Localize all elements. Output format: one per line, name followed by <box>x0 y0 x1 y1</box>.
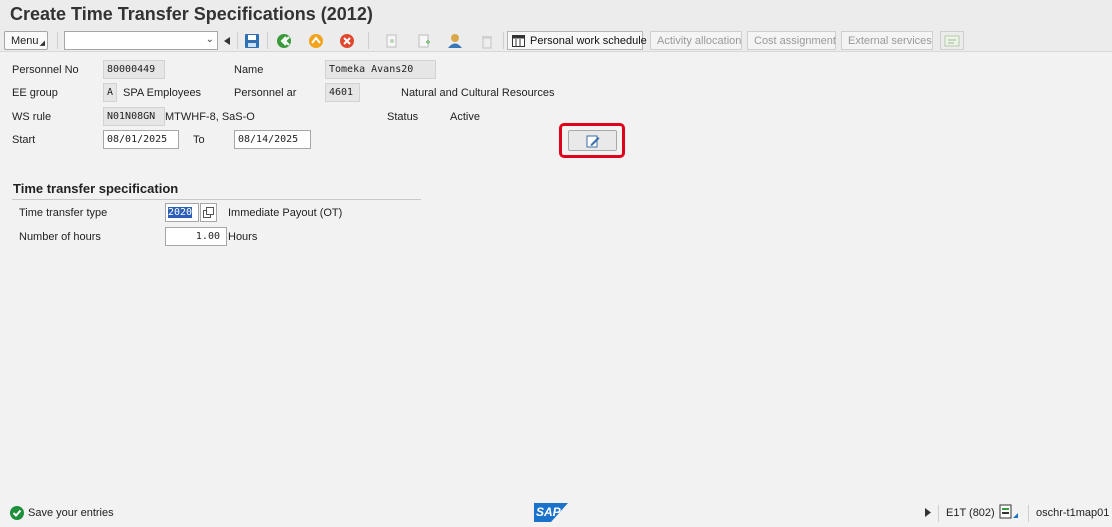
success-check-icon <box>10 506 24 523</box>
ws-rule-label: WS rule <box>12 111 52 123</box>
value-help-button[interactable] <box>200 203 217 222</box>
hours-unit-label: Hours <box>228 231 258 243</box>
ws-rule-code-field: N01N08GN <box>103 107 165 126</box>
start-date-input[interactable]: 08/01/2025 <box>103 130 179 149</box>
person-icon[interactable] <box>445 31 465 50</box>
personnel-area-text: Natural and Cultural Resources <box>401 87 555 99</box>
personnel-no-label: Personnel No <box>12 64 79 76</box>
status-separator <box>938 505 939 522</box>
trash-icon <box>477 31 497 50</box>
section-title: Time transfer specification <box>13 181 179 196</box>
back-icon[interactable] <box>274 31 294 50</box>
time-transfer-type-label: Time transfer type <box>19 207 108 219</box>
personnel-area-code-field: 4601 <box>325 83 360 102</box>
system-info: E1T (802) <box>946 507 995 519</box>
menu-button-label: Menu <box>11 35 39 47</box>
toolbar-separator <box>503 32 504 49</box>
exit-icon[interactable] <box>306 31 326 50</box>
save-icon[interactable] <box>242 31 262 50</box>
time-transfer-type-value: 2020 <box>168 207 193 218</box>
cancel-icon[interactable] <box>337 31 357 50</box>
server-name: oschr-t1map01 <box>1036 507 1110 519</box>
application-toolbar: Menu ◢ ⌄ Personal work schedule Activity… <box>0 29 1112 52</box>
name-field: Tomeka Avans20 <box>325 60 436 79</box>
to-label: To <box>193 134 205 146</box>
cost-assignment-label: Cost assignment <box>754 35 836 47</box>
command-history-arrow-icon[interactable] <box>220 31 234 50</box>
ws-rule-text: MTWHF-8, SaS-O <box>165 111 255 123</box>
toolbar-separator <box>368 32 369 49</box>
chevron-down-icon[interactable]: ⌄ <box>206 34 214 45</box>
command-field[interactable]: ⌄ <box>64 31 218 50</box>
start-label: Start <box>12 134 36 146</box>
personal-work-schedule-button[interactable]: Personal work schedule <box>507 31 647 50</box>
copy-entry-icon <box>382 31 402 50</box>
name-label: Name <box>234 64 264 76</box>
status-bar: Save your entries SAP E1T (802) oschr-t1… <box>0 500 1112 527</box>
number-of-hours-input[interactable]: 1.00 <box>165 227 227 246</box>
external-services-button[interactable]: External services <box>841 31 933 50</box>
end-date-input[interactable]: 08/14/2025 <box>234 130 311 149</box>
ee-group-text: SPA Employees <box>123 87 202 99</box>
status-label: Status <box>387 111 419 123</box>
toolbar-separator <box>237 32 238 49</box>
time-transfer-type-input[interactable]: 2020 <box>165 203 199 222</box>
section-divider <box>12 199 421 200</box>
layout-settings-icon[interactable] <box>940 31 964 50</box>
status-message: Save your entries <box>28 507 114 519</box>
ee-group-code-field: A <box>103 83 117 102</box>
activity-allocation-button[interactable]: Activity allocation <box>650 31 742 50</box>
personal-work-schedule-label: Personal work schedule <box>530 35 647 47</box>
status-value: Active <box>450 111 480 123</box>
system-details-icon[interactable] <box>999 504 1019 523</box>
ee-group-label: EE group <box>12 87 58 99</box>
menu-caret-icon: ◢ <box>39 40 45 47</box>
activity-allocation-label: Activity allocation <box>657 35 742 47</box>
personnel-no-field: 80000449 <box>103 60 165 79</box>
title-bar: Create Time Transfer Specifications (201… <box>0 0 1112 29</box>
value-help-icon <box>203 207 214 218</box>
pencil-edit-icon <box>586 135 599 147</box>
status-separator <box>1028 505 1029 522</box>
create-entry-icon <box>414 31 434 50</box>
edit-button[interactable] <box>568 130 617 151</box>
menu-button[interactable]: Menu ◢ <box>4 31 48 50</box>
toolbar-separator <box>57 32 58 49</box>
page-title: Create Time Transfer Specifications (201… <box>10 4 373 24</box>
external-services-label: External services <box>848 35 932 47</box>
toolbar-separator <box>267 32 268 49</box>
sap-logo: SAP <box>534 503 568 522</box>
cost-assignment-button[interactable]: Cost assignment <box>747 31 836 50</box>
number-of-hours-label: Number of hours <box>19 231 101 243</box>
personnel-area-label: Personnel ar <box>234 87 297 99</box>
sap-logo-text: SAP <box>536 505 561 519</box>
time-transfer-type-text: Immediate Payout (OT) <box>228 207 343 219</box>
calendar-icon <box>512 35 525 47</box>
expand-arrow-icon[interactable] <box>925 508 931 520</box>
